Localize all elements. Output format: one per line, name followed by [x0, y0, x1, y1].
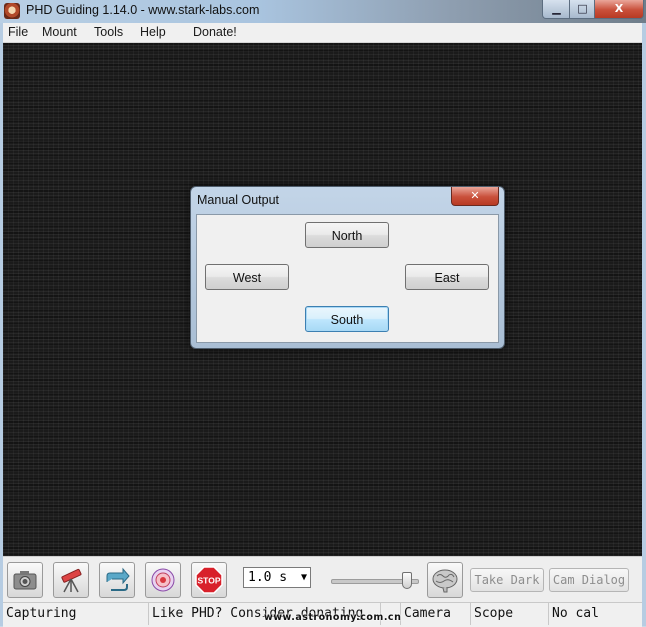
guide-button[interactable]: [145, 562, 181, 598]
close-button[interactable]: X: [594, 0, 644, 19]
dialog-title: Manual Output: [197, 193, 279, 207]
gamma-slider-thumb[interactable]: [401, 572, 412, 589]
status-calibration: No cal: [552, 606, 599, 621]
toolbar: STOP 1.0 s ▼ Take Dark Cam Dialog: [3, 556, 642, 603]
app-icon: [4, 3, 20, 19]
take-dark-button[interactable]: Take Dark: [470, 568, 544, 592]
telescope-icon: [61, 568, 82, 593]
menu-tools[interactable]: Tools: [94, 25, 123, 39]
stop-button[interactable]: STOP: [191, 562, 227, 598]
title-bar[interactable]: PHD Guiding 1.14.0 - www.stark-labs.com …: [0, 0, 646, 23]
stop-label: STOP: [198, 576, 221, 586]
manual-output-dialog: Manual Output ✕ North West East South: [190, 186, 505, 349]
scope-connect-button[interactable]: [53, 562, 89, 598]
status-capture-state: Capturing: [3, 603, 149, 625]
loop-icon: [106, 567, 130, 591]
menu-file[interactable]: File: [8, 25, 28, 39]
camera-connect-button[interactable]: [7, 562, 43, 598]
brain-button[interactable]: [427, 562, 463, 598]
window-frame-right: [642, 23, 646, 626]
east-button[interactable]: East: [405, 264, 489, 290]
loop-exposure-button[interactable]: [99, 562, 135, 598]
menu-help[interactable]: Help: [140, 25, 166, 39]
menu-bar: File Mount Tools Help Donate!: [3, 23, 642, 43]
south-button[interactable]: South: [305, 306, 389, 332]
north-button[interactable]: North: [305, 222, 389, 248]
brain-icon: [432, 569, 458, 593]
status-camera: Camera: [401, 603, 471, 625]
minimize-button[interactable]: ▁: [542, 0, 571, 19]
window-title: PHD Guiding 1.14.0 - www.stark-labs.com: [26, 3, 260, 17]
target-icon: [151, 568, 175, 592]
status-scope: Scope: [471, 603, 549, 625]
dialog-body: North West East South: [196, 214, 499, 343]
watermark-text: www.astronomy.com.cn: [264, 612, 402, 623]
maximize-button[interactable]: □: [569, 0, 596, 19]
menu-donate[interactable]: Donate!: [193, 25, 237, 39]
menu-mount[interactable]: Mount: [42, 25, 77, 39]
stop-icon: STOP: [195, 566, 223, 594]
camera-icon: [13, 571, 37, 590]
chevron-down-icon: ▼: [300, 572, 307, 583]
cam-dialog-button[interactable]: Cam Dialog: [549, 568, 629, 592]
west-button[interactable]: West: [205, 264, 289, 290]
exposure-duration-select[interactable]: 1.0 s ▼: [243, 567, 311, 588]
dialog-close-button[interactable]: ✕: [451, 187, 499, 206]
exposure-value: 1.0 s: [248, 570, 288, 585]
